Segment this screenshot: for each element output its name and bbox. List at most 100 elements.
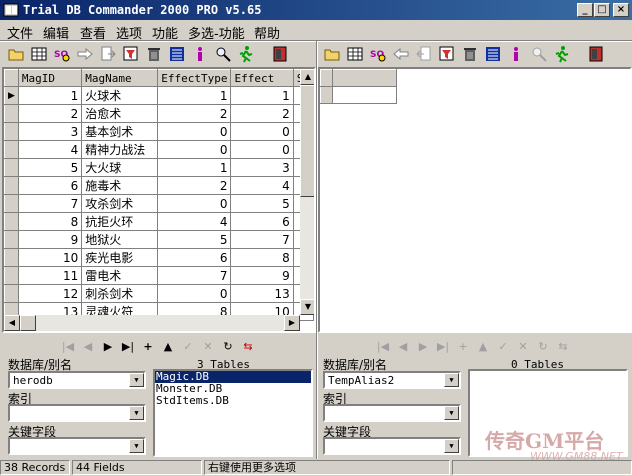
chevron-down-icon[interactable]: ▼	[444, 439, 459, 453]
next-record-button[interactable]: ▶	[413, 338, 433, 357]
cell-magid[interactable]: 4	[18, 140, 83, 159]
left-data-grid[interactable]: MagID MagName EffectType Effect Sp ▶1火球术…	[2, 67, 316, 333]
structure-button[interactable]	[483, 44, 503, 64]
grid-cell[interactable]	[332, 86, 397, 104]
copy-left-button[interactable]	[391, 44, 411, 64]
scroll-up-button[interactable]: ▲	[300, 69, 314, 85]
cell-effect[interactable]: 3	[230, 158, 294, 177]
cell-magname[interactable]: 地狱火	[81, 230, 159, 249]
table-row[interactable]: 8 抗拒火环 4 6	[4, 212, 314, 231]
table-row[interactable]: 7 攻杀剑术 0 5	[4, 194, 314, 213]
next-record-button[interactable]: ▶	[98, 338, 118, 357]
delete-record-button[interactable]: ▲	[473, 338, 493, 357]
database-alias-select[interactable]: TempAlias2 ▼	[323, 371, 461, 389]
cell-magname[interactable]: 大火球	[81, 158, 159, 177]
cell-magname[interactable]: 攻杀剑术	[81, 194, 159, 213]
cell-magid[interactable]: 10	[18, 248, 83, 267]
sort-button[interactable]: ⇆	[238, 338, 258, 357]
scroll-right-button[interactable]: ▶	[284, 315, 300, 331]
post-edit-button[interactable]: ✓	[178, 338, 198, 357]
insert-record-button[interactable]: +	[138, 338, 158, 357]
table-view-button[interactable]	[29, 44, 49, 64]
cell-effect[interactable]: 4	[230, 176, 294, 195]
cell-magname[interactable]: 疾光电影	[81, 248, 159, 267]
chevron-down-icon[interactable]: ▼	[129, 373, 144, 387]
cell-effecttype[interactable]: 1	[157, 86, 232, 105]
table-row[interactable]: ▶ 1 火球术 1 1	[4, 86, 314, 105]
first-record-button[interactable]: |◀	[373, 338, 393, 357]
maximize-button[interactable]: □	[594, 3, 610, 17]
prior-record-button[interactable]: ◀	[393, 338, 413, 357]
left-vertical-scrollbar[interactable]: ▲ ▼	[300, 69, 314, 315]
delete-button[interactable]	[144, 44, 164, 64]
open-folder-button[interactable]	[6, 44, 26, 64]
cell-effecttype[interactable]: 0	[157, 194, 232, 213]
delete-button[interactable]	[460, 44, 480, 64]
cell-effect[interactable]: 1	[230, 86, 294, 105]
cell-effect[interactable]: 0	[230, 122, 294, 141]
sql-query-button[interactable]: SQ	[52, 44, 72, 64]
database-alias-select[interactable]: herodb ▼	[8, 371, 146, 389]
left-horizontal-scrollbar[interactable]: ◀ ▶	[4, 315, 300, 331]
list-item[interactable]: StdItems.DB	[155, 395, 311, 407]
cell-effect[interactable]: 5	[230, 194, 294, 213]
cell-effecttype[interactable]: 2	[157, 176, 232, 195]
cell-magid[interactable]: 12	[18, 284, 83, 303]
chevron-down-icon[interactable]: ▼	[129, 439, 144, 453]
copy-right-button[interactable]	[75, 44, 95, 64]
key-field-select[interactable]: ▼	[8, 437, 146, 455]
key-field-select[interactable]: ▼	[323, 437, 461, 455]
cell-effecttype[interactable]: 0	[157, 122, 232, 141]
column-header[interactable]: MagName	[81, 69, 159, 87]
close-button[interactable]: ×	[613, 3, 629, 17]
cell-magname[interactable]: 精神力战法	[81, 140, 159, 159]
filter-button[interactable]	[437, 44, 457, 64]
exit-button[interactable]	[586, 44, 606, 64]
cell-effect[interactable]: 6	[230, 212, 294, 231]
cell-magid[interactable]: 7	[18, 194, 83, 213]
sort-button[interactable]: ⇆	[553, 338, 573, 357]
cell-effect[interactable]: 8	[230, 248, 294, 267]
cell-effecttype[interactable]: 2	[157, 104, 232, 123]
table-row[interactable]: 9 地狱火 5 7	[4, 230, 314, 249]
cell-magid[interactable]: 6	[18, 176, 83, 195]
cell-magid[interactable]: 8	[18, 212, 83, 231]
cell-effecttype[interactable]: 0	[157, 284, 232, 303]
insert-record-button[interactable]: +	[453, 338, 473, 357]
right-data-grid[interactable]	[318, 67, 632, 333]
info-button[interactable]	[190, 44, 210, 64]
table-row[interactable]: 11 雷电术 7 9	[4, 266, 314, 285]
cell-magname[interactable]: 施毒术	[81, 176, 159, 195]
scroll-left-button[interactable]: ◀	[4, 315, 20, 331]
scroll-thumb[interactable]	[300, 85, 314, 197]
column-header[interactable]: Effect	[230, 69, 294, 87]
table-row[interactable]: 6 施毒术 2 4	[4, 176, 314, 195]
scroll-down-button[interactable]: ▼	[300, 299, 314, 315]
cell-effect[interactable]: 9	[230, 266, 294, 285]
cell-magname[interactable]: 雷电术	[81, 266, 159, 285]
minimize-button[interactable]: _	[577, 3, 593, 17]
left-table-list[interactable]: Magic.DB Monster.DB StdItems.DB	[153, 369, 313, 457]
cell-magid[interactable]: 2	[18, 104, 83, 123]
cell-magname[interactable]: 刺杀剑术	[81, 284, 159, 303]
cell-magid[interactable]: 11	[18, 266, 83, 285]
cell-magid[interactable]: 3	[18, 122, 83, 141]
cell-effect[interactable]: 2	[230, 104, 294, 123]
prior-record-button[interactable]: ◀	[78, 338, 98, 357]
cell-effect[interactable]: 0	[230, 140, 294, 159]
open-folder-button[interactable]	[322, 44, 342, 64]
refresh-button[interactable]: ↻	[533, 338, 553, 357]
cell-magname[interactable]: 火球术	[81, 86, 159, 105]
cell-effect[interactable]: 7	[230, 230, 294, 249]
cell-magname[interactable]: 基本剑术	[81, 122, 159, 141]
scroll-thumb[interactable]	[20, 315, 36, 331]
refresh-button[interactable]: ↻	[218, 338, 238, 357]
cell-effecttype[interactable]: 0	[157, 140, 232, 159]
last-record-button[interactable]: ▶|	[433, 338, 453, 357]
table-row[interactable]: 10 疾光电影 6 8	[4, 248, 314, 267]
search-button[interactable]	[529, 44, 549, 64]
cell-magid[interactable]: 5	[18, 158, 83, 177]
cancel-edit-button[interactable]: ✕	[513, 338, 533, 357]
search-button[interactable]	[213, 44, 233, 64]
info-button[interactable]	[506, 44, 526, 64]
